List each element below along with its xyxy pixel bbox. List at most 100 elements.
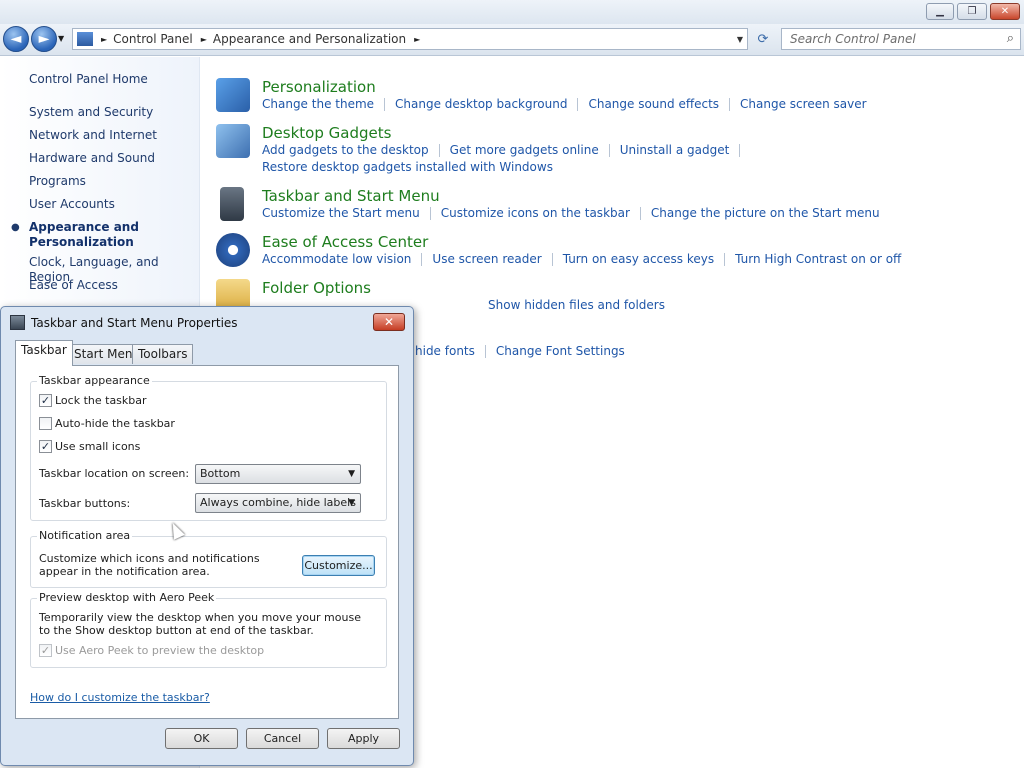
apply-button[interactable]: Apply (327, 728, 400, 749)
group-label: Preview desktop with Aero Peek (37, 591, 217, 604)
buttons-select[interactable]: Always combine, hide labels ▼ (195, 493, 361, 513)
sidebar-item-home[interactable]: Control Panel Home (29, 72, 148, 87)
sidebar-item-user-accounts[interactable]: User Accounts (29, 197, 115, 212)
help-link[interactable]: How do I customize the taskbar? (30, 691, 210, 704)
checkbox-label: Auto-hide the taskbar (55, 417, 175, 430)
checkbox-box[interactable]: ✓ (39, 394, 52, 407)
tab-toolbars[interactable]: Toolbars (132, 344, 194, 364)
sidebar-item-system-security[interactable]: System and Security (29, 105, 153, 120)
link-easy-access-keys[interactable]: Turn on easy access keys (563, 252, 714, 266)
tab-panel: Taskbar appearance ✓ Lock the taskbar Au… (15, 365, 399, 719)
search-placeholder: Search Control Panel (790, 32, 916, 46)
control-panel-icon (77, 32, 93, 46)
back-button[interactable]: ◄ (3, 26, 29, 52)
category-links: Change the theme Change desktop backgroun… (262, 97, 867, 111)
link-hidden-files[interactable]: Show hidden files and folders (488, 298, 665, 312)
link-font-settings[interactable]: Change Font Settings (496, 344, 625, 358)
location-select[interactable]: Bottom ▼ (195, 464, 361, 484)
customize-button[interactable]: Customize... (302, 555, 375, 576)
link-restore-gadgets[interactable]: Restore desktop gadgets installed with W… (262, 160, 553, 174)
breadcrumb-arrow-icon: ► (101, 34, 108, 44)
sidebar-item-hardware[interactable]: Hardware and Sound (29, 151, 155, 166)
link-low-vision[interactable]: Accommodate low vision (262, 252, 411, 266)
link-change-theme[interactable]: Change the theme (262, 97, 374, 111)
gadgets-icon (216, 124, 250, 158)
notification-description: Customize which icons and notifications … (39, 552, 260, 578)
link-uninstall-gadget[interactable]: Uninstall a gadget (620, 143, 730, 157)
lock-taskbar-checkbox[interactable]: ✓ Lock the taskbar (39, 394, 147, 407)
small-icons-checkbox[interactable]: ✓ Use small icons (39, 440, 140, 453)
close-button[interactable]: ✕ (990, 3, 1020, 20)
category-links: Show hidden files and folders (488, 298, 665, 312)
category-title[interactable]: Taskbar and Start Menu (262, 187, 440, 205)
aero-description: Temporarily view the desktop when you mo… (39, 611, 361, 637)
checkbox-box[interactable] (39, 417, 52, 430)
personalization-icon (216, 78, 250, 112)
link-customize-start-menu[interactable]: Customize the Start menu (262, 206, 420, 220)
chevron-down-icon: ▼ (348, 469, 355, 479)
sidebar-item-network[interactable]: Network and Internet (29, 128, 157, 143)
category-links: Add gadgets to the desktop Get more gadge… (262, 143, 750, 157)
autohide-checkbox[interactable]: Auto-hide the taskbar (39, 417, 175, 430)
recent-pages-chevron-icon[interactable]: ▼ (58, 34, 64, 43)
taskbar-appearance-group: Taskbar appearance ✓ Lock the taskbar Au… (30, 374, 387, 521)
link-sound-effects[interactable]: Change sound effects (588, 97, 719, 111)
sidebar-item-appearance[interactable]: Appearance and Personalization (29, 220, 139, 250)
breadcrumb-control-panel[interactable]: Control Panel (113, 32, 193, 46)
link-screen-saver[interactable]: Change screen saver (740, 97, 867, 111)
aero-peek-checkbox[interactable]: ✓ Use Aero Peek to preview the desktop (39, 644, 264, 657)
refresh-icon[interactable]: ⟳ (752, 29, 774, 49)
checkbox-label: Use small icons (55, 440, 141, 453)
category-title[interactable]: Personalization (262, 78, 376, 96)
checkbox-label: Use Aero Peek to preview the desktop (55, 644, 265, 657)
cancel-button[interactable]: Cancel (246, 728, 319, 749)
location-label: Taskbar location on screen: (39, 467, 190, 480)
tab-taskbar[interactable]: Taskbar (15, 340, 73, 366)
category-links: Accommodate low vision Use screen reader T… (262, 252, 901, 266)
category-title[interactable]: Folder Options (262, 279, 371, 297)
checkbox-label: Lock the taskbar (55, 394, 147, 407)
checkbox-box[interactable]: ✓ (39, 440, 52, 453)
link-add-gadgets[interactable]: Add gadgets to the desktop (262, 143, 429, 157)
chevron-down-icon: ▼ (348, 498, 355, 508)
link-high-contrast[interactable]: Turn High Contrast on or off (735, 252, 901, 266)
search-icon[interactable]: ⌕ (1007, 31, 1014, 46)
select-value: Bottom (200, 467, 241, 480)
taskbar-icon (220, 187, 244, 221)
ease-of-access-icon (216, 233, 250, 267)
dialog-close-button[interactable]: ✕ (373, 313, 405, 331)
forward-button[interactable]: ► (31, 26, 57, 52)
sidebar-item-programs[interactable]: Programs (29, 174, 86, 189)
category-links-row2: Restore desktop gadgets installed with W… (262, 160, 553, 174)
minimize-button[interactable]: ▁ (926, 3, 954, 20)
navigation-bar: ◄ ► ▼ ► Control Panel ► Appearance and P… (0, 24, 1024, 56)
notification-area-group: Notification area Customize which icons … (30, 529, 387, 588)
link-start-menu-picture[interactable]: Change the picture on the Start menu (651, 206, 880, 220)
link-customize-taskbar-icons[interactable]: Customize icons on the taskbar (441, 206, 630, 220)
group-label: Notification area (37, 529, 133, 542)
address-bar[interactable]: ► Control Panel ► Appearance and Persona… (72, 28, 748, 50)
fonts-links: hide fonts Change Font Settings (415, 344, 625, 358)
search-input[interactable]: Search Control Panel ⌕ (781, 28, 1021, 50)
category-links: Customize the Start menu Customize icons … (262, 206, 880, 220)
dialog-title: Taskbar and Start Menu Properties (31, 316, 238, 330)
category-title[interactable]: Ease of Access Center (262, 233, 428, 251)
address-dropdown-icon[interactable]: ▼ (737, 35, 743, 44)
active-bullet-icon: ● (11, 222, 20, 233)
link-screen-reader[interactable]: Use screen reader (432, 252, 541, 266)
category-title[interactable]: Desktop Gadgets (262, 124, 391, 142)
sidebar-item-ease-of-access[interactable]: Ease of Access (29, 278, 118, 293)
taskbar-properties-dialog: Taskbar and Start Menu Properties ✕ Task… (0, 306, 414, 766)
link-desktop-background[interactable]: Change desktop background (395, 97, 567, 111)
group-label: Taskbar appearance (37, 374, 152, 387)
link-hide-fonts[interactable]: hide fonts (415, 344, 475, 358)
checkbox-box[interactable]: ✓ (39, 644, 52, 657)
aero-peek-group: Preview desktop with Aero Peek Temporari… (30, 591, 387, 668)
ok-button[interactable]: OK (165, 728, 238, 749)
maximize-button[interactable]: ❐ (957, 3, 987, 20)
taskbar-dialog-icon (10, 315, 25, 330)
breadcrumb-appearance[interactable]: Appearance and Personalization (213, 32, 406, 46)
breadcrumb-arrow-icon: ► (200, 34, 207, 44)
link-more-gadgets[interactable]: Get more gadgets online (450, 143, 599, 157)
select-value: Always combine, hide labels (200, 496, 356, 509)
